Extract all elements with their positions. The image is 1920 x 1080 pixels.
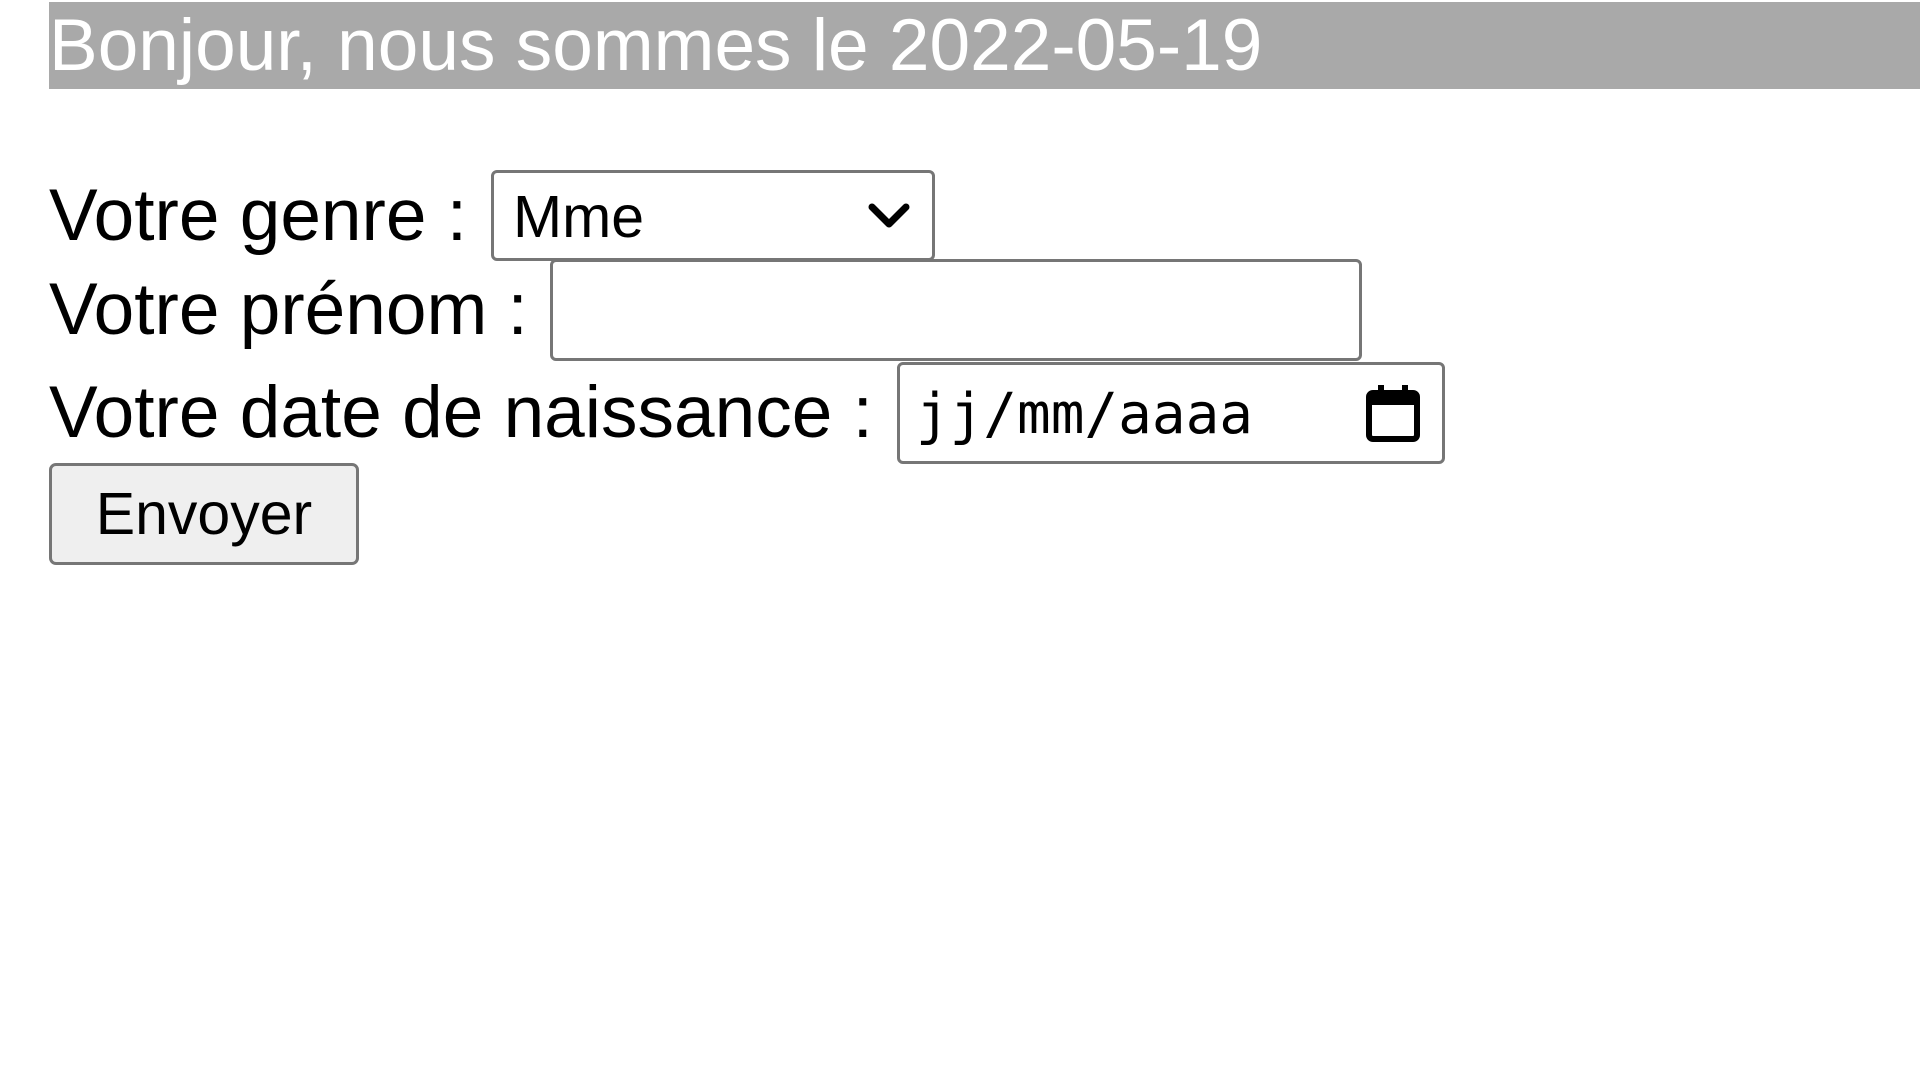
genre-selected-value: Mme <box>513 183 645 250</box>
submit-button[interactable]: Envoyer <box>49 463 359 565</box>
genre-select[interactable]: Mme <box>491 170 936 261</box>
prenom-input[interactable] <box>549 259 1362 361</box>
greeting-text: Bonjour, nous sommes le 2022-05-19 <box>49 5 1263 86</box>
date-naissance-row: Votre date de naissance : jj/mm/aaaa <box>49 362 1445 464</box>
greeting-banner: Bonjour, nous sommes le 2022-05-19 <box>49 2 1920 89</box>
date-placeholder: jj/mm/aaaa <box>915 382 1254 447</box>
genre-row: Votre genre : Mme <box>49 170 936 261</box>
date-naissance-label: Votre date de naissance : <box>49 372 873 453</box>
prenom-row: Votre prénom : <box>49 259 1362 361</box>
date-naissance-input[interactable]: jj/mm/aaaa <box>896 362 1445 464</box>
calendar-icon[interactable] <box>1364 383 1422 445</box>
prenom-label: Votre prénom : <box>49 269 528 350</box>
chevron-down-icon <box>868 203 910 228</box>
genre-label: Votre genre : <box>49 174 468 256</box>
